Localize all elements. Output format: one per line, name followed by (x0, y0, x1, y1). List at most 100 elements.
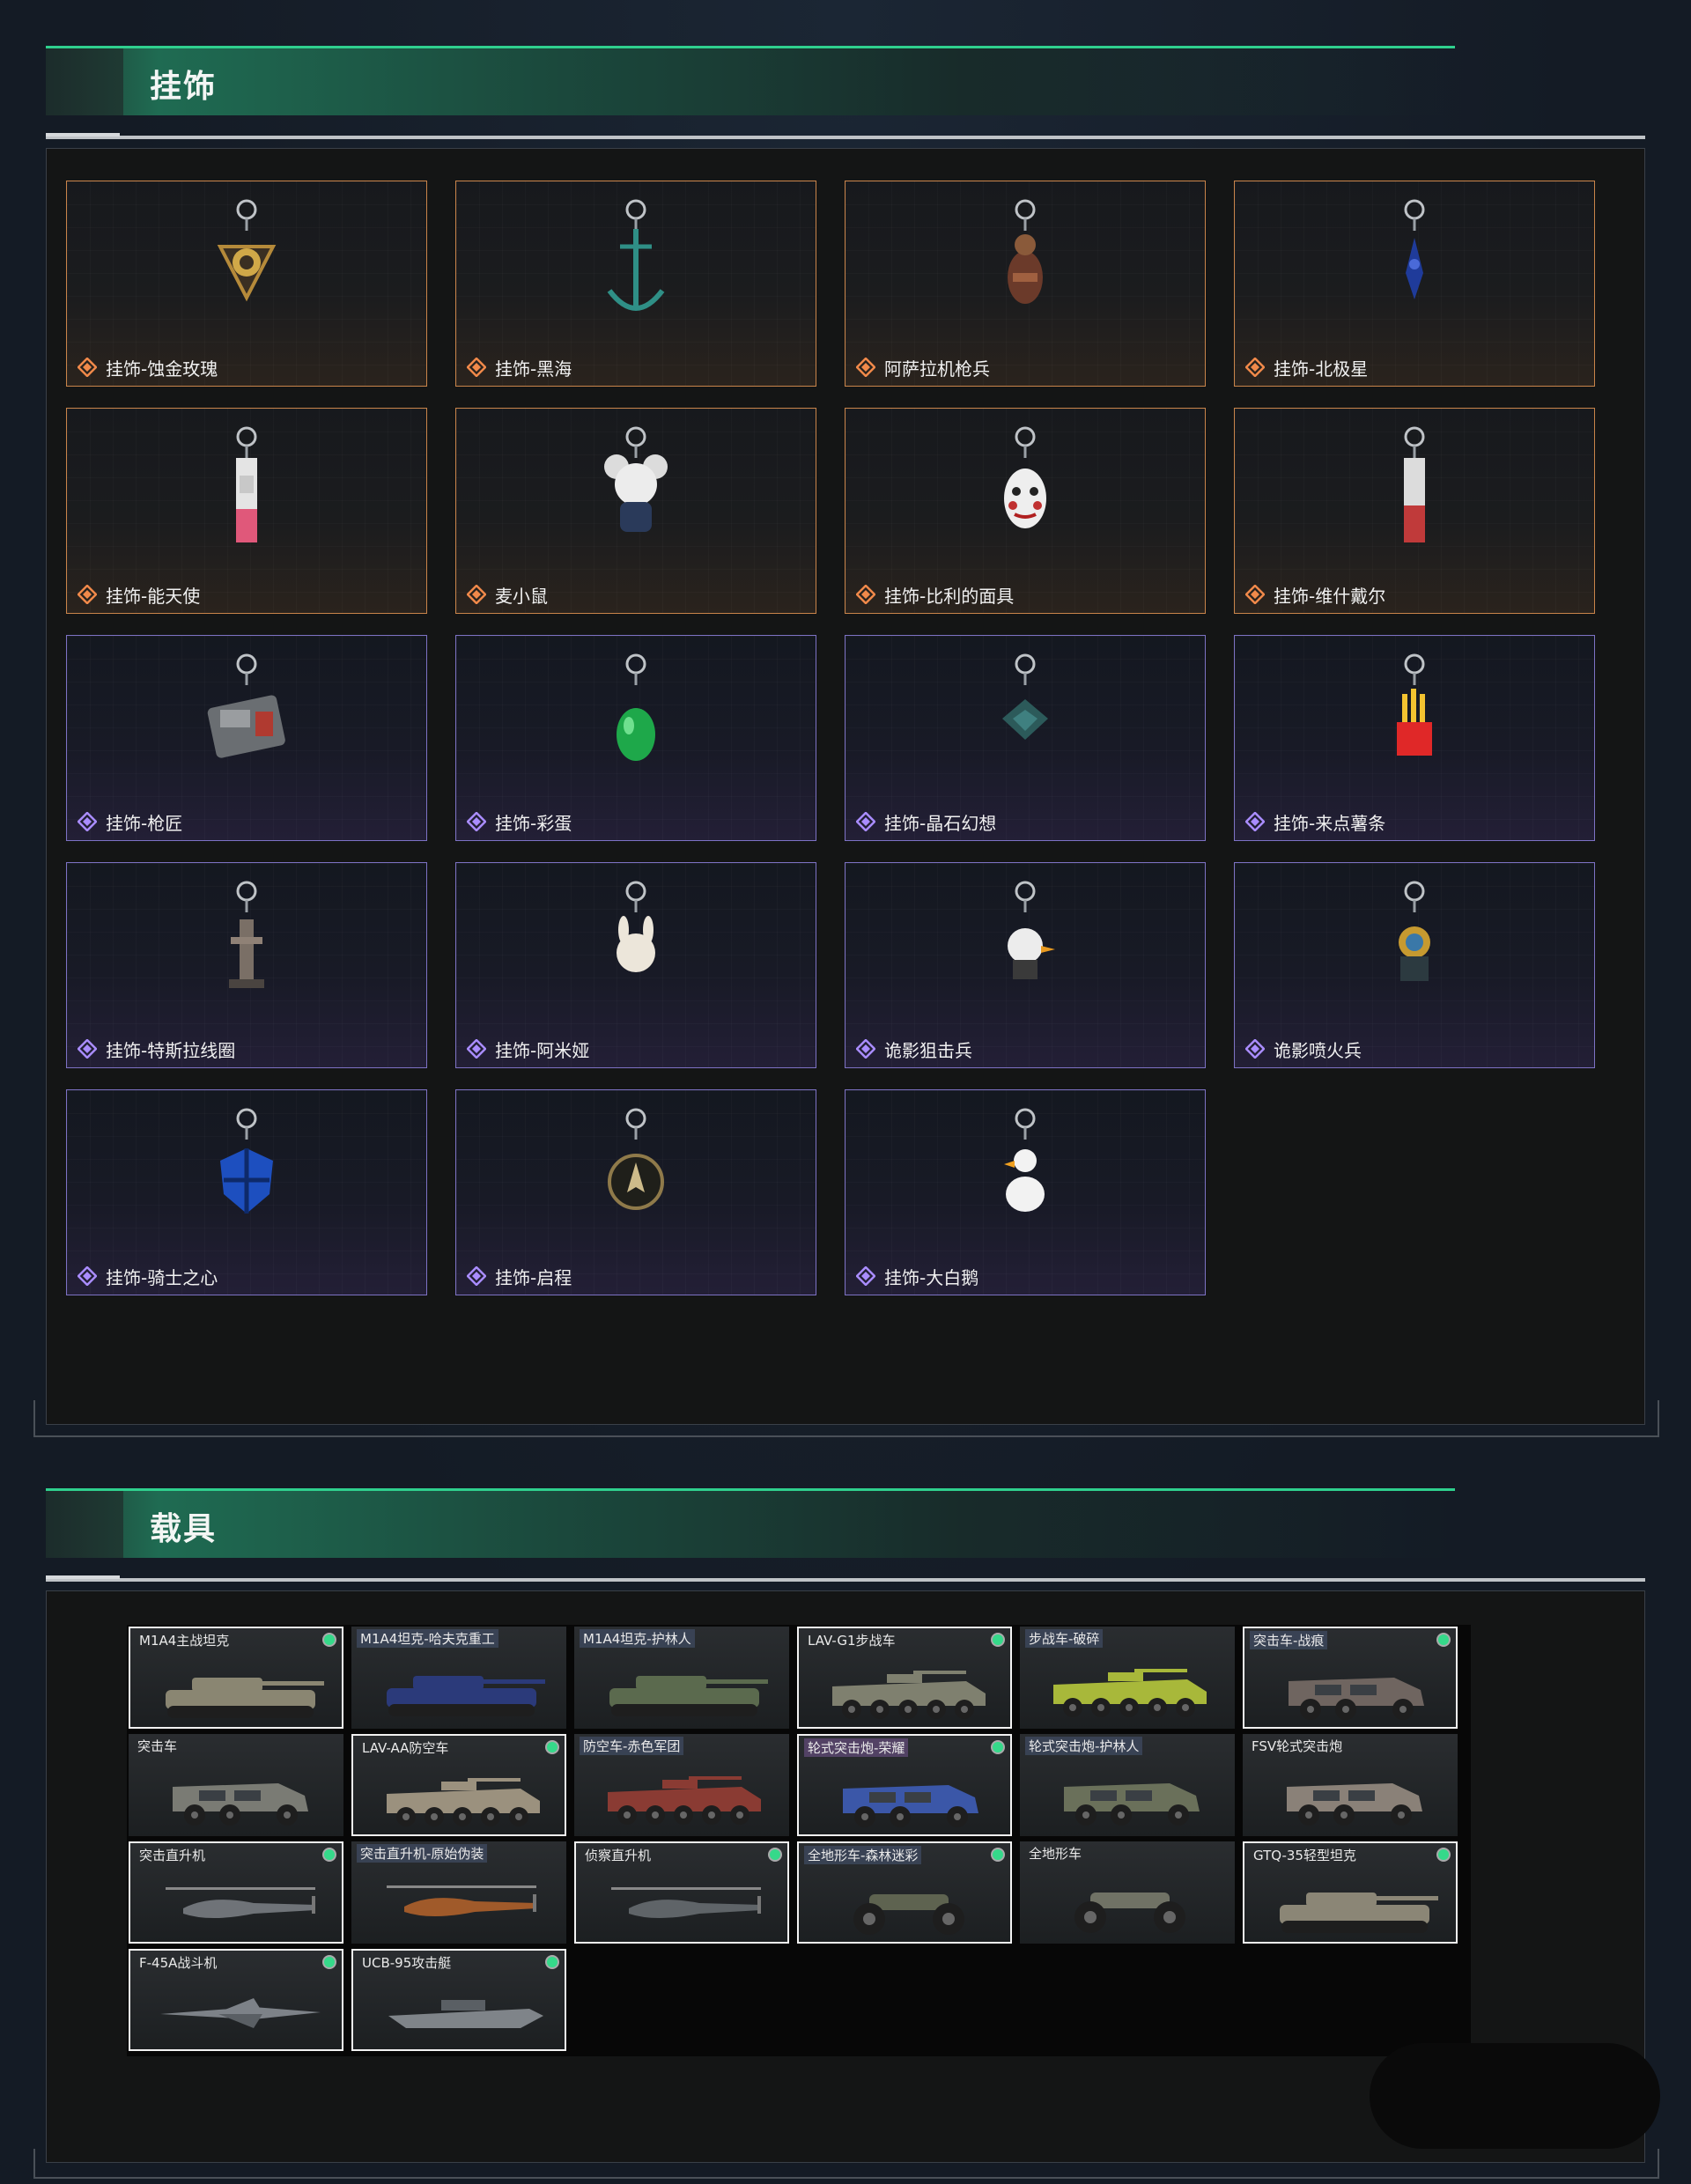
clown-mask-charm-icon (964, 421, 1087, 553)
white-goose-charm-icon (964, 1103, 1087, 1235)
vehicle-card[interactable]: M1A4坦克-护林人 (574, 1627, 789, 1729)
mouse-figure-charm-icon (574, 421, 698, 553)
vehicle-label: 全地形车-森林迷彩 (804, 1846, 922, 1864)
charm-label: 挂饰-晶石幻想 (884, 813, 997, 834)
vehicle-card[interactable]: 突击车-战痕 (1243, 1627, 1458, 1729)
charm-card[interactable]: 挂饰-维什戴尔 (1234, 408, 1595, 614)
charm-card[interactable]: 挂饰-蚀金玫瑰 (66, 181, 427, 387)
pink-tag-charm-icon (185, 421, 308, 553)
topline-accent (46, 1575, 120, 1579)
charm-card[interactable]: 挂饰-来点薯条 (1234, 635, 1595, 841)
crystal-cube-charm-icon (964, 648, 1087, 780)
gun-case-charm-icon (185, 648, 308, 780)
vehicle-card[interactable]: 突击直升机-原始伪装 (351, 1841, 566, 1944)
charm-card[interactable]: 挂饰-黑海 (455, 181, 816, 387)
charm-card[interactable]: 挂饰-彩蛋 (455, 635, 816, 841)
vehicle-card[interactable]: 防空车-赤色军团 (574, 1734, 789, 1836)
soldier-figure-charm-icon (964, 194, 1087, 326)
charm-label: 诡影狙击兵 (884, 1040, 972, 1061)
charm-card[interactable]: 麦小鼠 (455, 408, 816, 614)
charm-label: 诡影喷火兵 (1274, 1040, 1362, 1061)
charm-label: 挂饰-骑士之心 (106, 1267, 218, 1288)
charm-label: 挂饰-特斯拉线圈 (106, 1040, 236, 1061)
charm-label: 麦小鼠 (495, 586, 548, 607)
rarity-diamond-icon (855, 1265, 876, 1287)
rarity-diamond-icon (77, 1265, 98, 1287)
vehicle-card[interactable]: LAV-AA防空车 (351, 1734, 566, 1836)
rarity-diamond-icon (466, 357, 487, 378)
diver-figure-charm-icon (1353, 875, 1476, 1007)
charm-card[interactable]: 挂饰-阿米娅 (455, 862, 816, 1068)
vehicle-card[interactable]: 轮式突击炮-护林人 (1020, 1734, 1235, 1836)
rarity-diamond-icon (855, 584, 876, 605)
owned-status-dot (993, 1742, 1003, 1752)
charm-card[interactable]: 挂饰-枪匠 (66, 635, 427, 841)
charms-panel-bottom-frame (33, 1400, 1659, 1437)
topline-accent (46, 133, 120, 136)
charm-label: 挂饰-彩蛋 (495, 813, 572, 834)
charms-section-header: 挂饰 (46, 46, 1455, 115)
vehicle-card[interactable]: 步战车-破碎 (1020, 1627, 1235, 1729)
corner-overlay (1370, 2043, 1660, 2149)
vehicle-card[interactable]: 突击直升机 (129, 1841, 343, 1944)
charm-card[interactable]: 阿萨拉机枪兵 (845, 181, 1206, 387)
charm-label: 阿萨拉机枪兵 (884, 358, 990, 380)
charms-section-title: 挂饰 (150, 69, 218, 105)
charm-card[interactable]: 挂饰-启程 (455, 1089, 816, 1295)
anchor-charm-icon (574, 194, 698, 326)
charm-label: 挂饰-北极星 (1274, 358, 1369, 380)
vehicle-card[interactable]: 侦察直升机 (574, 1841, 789, 1944)
vehicle-card[interactable]: FSV轮式突击炮 (1243, 1734, 1458, 1836)
vehicle-label: 步战车-破碎 (1025, 1629, 1104, 1648)
owned-status-dot (324, 1849, 335, 1860)
charm-label: 挂饰-能天使 (106, 586, 201, 607)
vehicle-label: F-45A战斗机 (139, 1955, 218, 1971)
charm-card[interactable]: 挂饰-能天使 (66, 408, 427, 614)
charm-label: 挂饰-黑海 (495, 358, 572, 380)
vehicle-card[interactable]: F-45A战斗机 (129, 1949, 343, 2051)
owned-status-dot (324, 1957, 335, 1967)
vehicle-label: 突击车 (137, 1738, 178, 1754)
charm-card[interactable]: 挂饰-比利的面具 (845, 408, 1206, 614)
vehicle-card[interactable]: GTQ-35轻型坦克 (1243, 1841, 1458, 1944)
vehicle-card[interactable]: LAV-G1步战车 (797, 1627, 1012, 1729)
owned-status-dot (1438, 1634, 1449, 1645)
vehicle-card[interactable]: M1A4坦克-哈夫克重工 (351, 1627, 566, 1729)
charm-label: 挂饰-蚀金玫瑰 (106, 358, 218, 380)
vehicles-panel-bottom-frame (33, 2149, 1659, 2179)
owned-status-dot (324, 1634, 335, 1645)
vehicle-label: FSV轮式突击炮 (1252, 1738, 1343, 1754)
vehicle-label: 突击直升机-原始伪装 (357, 1844, 488, 1863)
vehicle-label: 突击车-战痕 (1250, 1631, 1328, 1649)
rarity-diamond-icon (1244, 811, 1266, 832)
header-notch (46, 1491, 123, 1558)
vehicle-label: 轮式突击炮-护林人 (1025, 1737, 1143, 1755)
charm-label: 挂饰-启程 (495, 1267, 572, 1288)
rarity-diamond-icon (466, 1265, 487, 1287)
vehicle-card[interactable]: M1A4主战坦克 (129, 1627, 343, 1729)
vehicle-card[interactable]: UCB-95攻击艇 (351, 1949, 566, 2051)
vehicle-card[interactable]: 全地形车-森林迷彩 (797, 1841, 1012, 1944)
vehicle-card[interactable]: 轮式突击炮-荣耀 (797, 1734, 1012, 1836)
charm-card[interactable]: 诡影喷火兵 (1234, 862, 1595, 1068)
rarity-diamond-icon (1244, 1038, 1266, 1059)
charm-card[interactable]: 挂饰-晶石幻想 (845, 635, 1206, 841)
charm-card[interactable]: 挂饰-大白鹅 (845, 1089, 1206, 1295)
vehicle-label: 防空车-赤色军团 (580, 1737, 684, 1755)
charm-card[interactable]: 诡影狙击兵 (845, 862, 1206, 1068)
green-egg-charm-icon (574, 648, 698, 780)
rarity-diamond-icon (855, 357, 876, 378)
charm-card[interactable]: 挂饰-北极星 (1234, 181, 1595, 387)
vehicle-label: M1A4坦克-哈夫克重工 (357, 1629, 498, 1648)
vehicles-section-title: 载具 (150, 1511, 218, 1547)
vehicle-label: LAV-G1步战车 (808, 1633, 896, 1649)
rabbit-figure-charm-icon (574, 875, 698, 1007)
vehicle-label: LAV-AA防空车 (362, 1740, 449, 1756)
vehicle-card[interactable]: 突击车 (129, 1734, 343, 1836)
owned-status-dot (993, 1634, 1003, 1645)
vehicle-label: 全地形车 (1029, 1846, 1082, 1862)
charm-card[interactable]: 挂饰-特斯拉线圈 (66, 862, 427, 1068)
tesla-coil-charm-icon (185, 875, 308, 1007)
vehicle-card[interactable]: 全地形车 (1020, 1841, 1235, 1944)
charm-card[interactable]: 挂饰-骑士之心 (66, 1089, 427, 1295)
